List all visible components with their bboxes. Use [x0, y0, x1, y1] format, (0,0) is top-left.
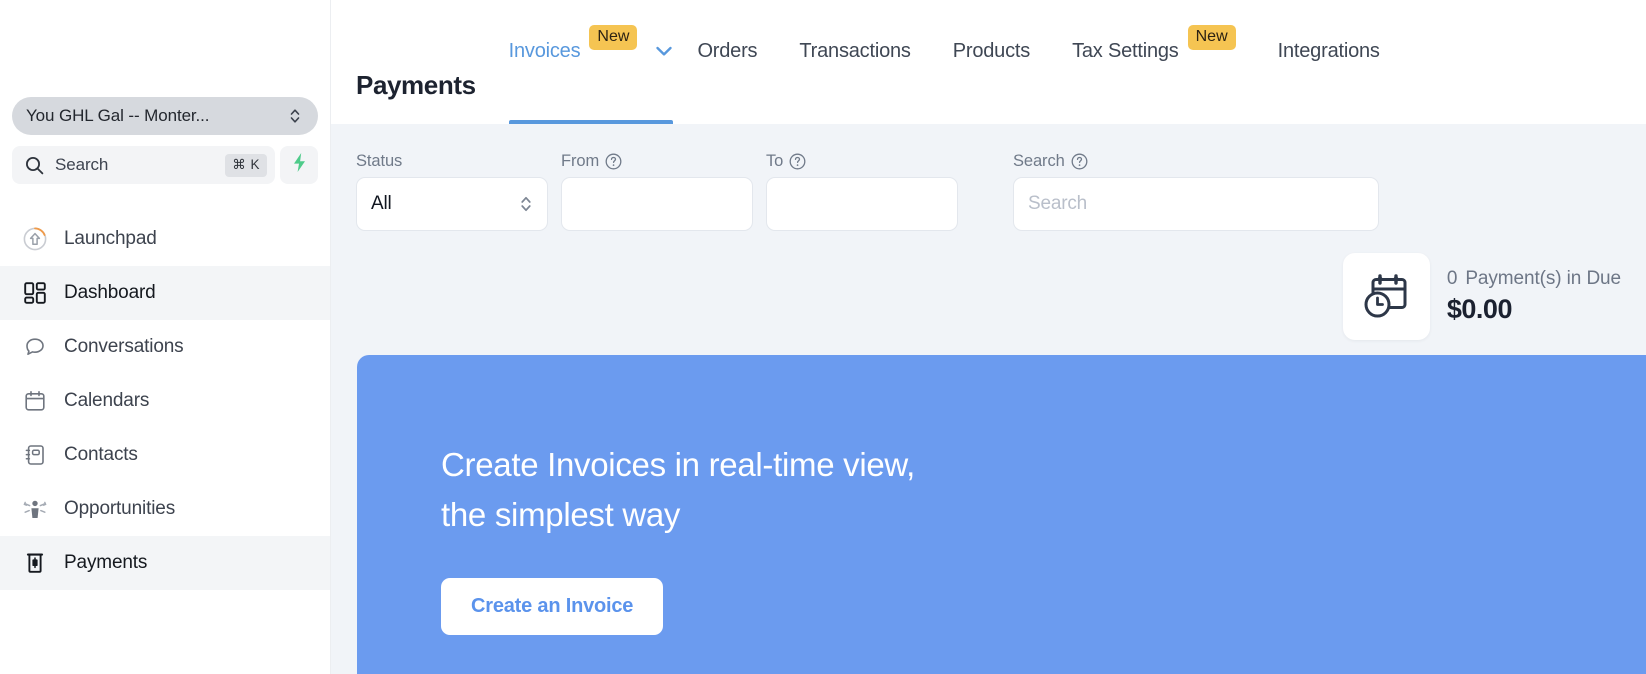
page-title: Payments — [356, 70, 476, 100]
tab-orders[interactable]: Orders — [697, 0, 757, 124]
sidebar-item-payments[interactable]: Payments — [0, 536, 330, 590]
sidebar-item-label: Payments — [64, 552, 148, 573]
status-value: All — [371, 193, 392, 214]
payments-due-label: 0 Payment(s) in Due — [1447, 268, 1621, 290]
sidebar-search-row: Search ⌘ K — [12, 146, 318, 184]
search-input[interactable]: Search ⌘ K — [12, 146, 275, 184]
search-filter-label: Search — [1013, 152, 1379, 171]
sidebar-item-calendars[interactable]: Calendars — [0, 374, 330, 428]
search-filter: Search Search — [1013, 152, 1379, 231]
payments-due-text: Payment(s) in Due — [1465, 268, 1621, 289]
chevron-up-down-icon — [519, 194, 533, 214]
sidebar-item-label: Conversations — [64, 336, 184, 357]
new-badge: New — [589, 25, 638, 50]
sidebar-item-opportunities[interactable]: Opportunities — [0, 482, 330, 536]
status-filter-label: Status — [356, 152, 403, 170]
sidebar-item-dashboard[interactable]: Dashboard — [0, 266, 330, 320]
dashboard-grid-icon — [22, 280, 48, 306]
search-label-text: Search — [1013, 152, 1065, 170]
from-label-text: From — [561, 152, 600, 170]
promo-headline-line-1: Create Invoices in real-time view, — [441, 446, 915, 483]
opportunities-person-icon — [22, 496, 48, 522]
to-filter-label: To — [766, 152, 958, 171]
launchpad-rocket-icon — [22, 226, 48, 252]
promo-banner: Create Invoices in real-time view, the s… — [357, 355, 1646, 674]
sidebar-item-label: Opportunities — [64, 498, 176, 519]
main-content: Payments Invoices New Orders Transaction… — [331, 0, 1646, 674]
help-circle-icon[interactable] — [1071, 153, 1088, 170]
from-date-input[interactable] — [561, 177, 753, 231]
tab-label: Transactions — [799, 39, 911, 62]
tab-label: Integrations — [1277, 39, 1380, 62]
new-badge: New — [1187, 25, 1236, 50]
create-invoice-button[interactable]: Create an Invoice — [441, 578, 664, 635]
sidebar-item-contacts[interactable]: Contacts — [0, 428, 330, 482]
calendar-icon — [22, 388, 48, 414]
tab-label: Products — [952, 39, 1031, 62]
page-tabs: Invoices New Orders Transactions Product… — [508, 0, 1422, 124]
search-query-placeholder: Search — [1028, 193, 1088, 214]
search-icon — [25, 156, 44, 175]
tab-integrations[interactable]: Integrations — [1278, 0, 1380, 124]
search-query-input[interactable]: Search — [1013, 177, 1379, 231]
search-placeholder: Search — [55, 155, 109, 174]
sidebar-item-conversations[interactable]: Conversations — [0, 320, 330, 374]
account-switcher[interactable]: You GHL Gal -- Monter... — [12, 97, 318, 135]
promo-banner-headline: Create Invoices in real-time view, the s… — [441, 440, 915, 539]
help-circle-icon[interactable] — [789, 153, 806, 170]
from-filter: From — [561, 152, 753, 231]
payments-due-summary: 0 Payment(s) in Due $0.00 — [1342, 253, 1621, 340]
page-header: Payments Invoices New Orders Transaction… — [331, 0, 1646, 124]
payments-dollar-bill-icon — [22, 550, 48, 576]
status-filter: Status All — [356, 152, 548, 231]
sidebar: You GHL Gal -- Monter... Search ⌘ K Laun… — [0, 0, 331, 674]
from-filter-label: From — [561, 152, 753, 171]
quick-action-button[interactable] — [280, 146, 318, 184]
chevron-down-icon[interactable] — [655, 42, 673, 60]
sidebar-item-label: Dashboard — [64, 282, 156, 303]
sidebar-item-label: Calendars — [64, 390, 150, 411]
status-select[interactable]: All — [356, 177, 548, 231]
tab-invoices[interactable]: Invoices New — [508, 0, 674, 124]
tab-label: Tax Settings — [1072, 39, 1179, 62]
promo-headline-line-2: the simplest way — [441, 495, 681, 533]
help-circle-icon[interactable] — [605, 153, 622, 170]
tab-label: Invoices — [508, 39, 581, 62]
sidebar-item-label: Launchpad — [64, 228, 157, 249]
filter-bar: Status All From To Search Search — [331, 124, 1646, 231]
sidebar-nav: Launchpad Dashboard Conversations Calend… — [0, 212, 330, 590]
tab-tax-settings[interactable]: Tax Settings New — [1072, 0, 1236, 124]
search-shortcut-badge: ⌘ K — [225, 153, 267, 177]
tab-products[interactable]: Products — [952, 0, 1031, 124]
payments-due-count: 0 — [1446, 268, 1458, 289]
to-date-input[interactable] — [766, 177, 958, 231]
to-label-text: To — [766, 152, 784, 170]
sidebar-item-launchpad[interactable]: Launchpad — [0, 212, 330, 266]
tab-transactions[interactable]: Transactions — [799, 0, 911, 124]
lightning-bolt-icon — [291, 152, 308, 178]
calendar-clock-icon — [1342, 253, 1430, 340]
contact-book-icon — [22, 442, 48, 468]
to-filter: To — [766, 152, 958, 231]
chat-bubble-icon — [22, 334, 48, 360]
chevron-up-down-icon — [288, 106, 302, 126]
account-name: You GHL Gal -- Monter... — [26, 106, 210, 125]
tab-label: Orders — [697, 39, 758, 62]
sidebar-item-label: Contacts — [64, 444, 138, 465]
payments-due-amount: $0.00 — [1446, 294, 1513, 324]
app-root: You GHL Gal -- Monter... Search ⌘ K Laun… — [0, 0, 1646, 674]
